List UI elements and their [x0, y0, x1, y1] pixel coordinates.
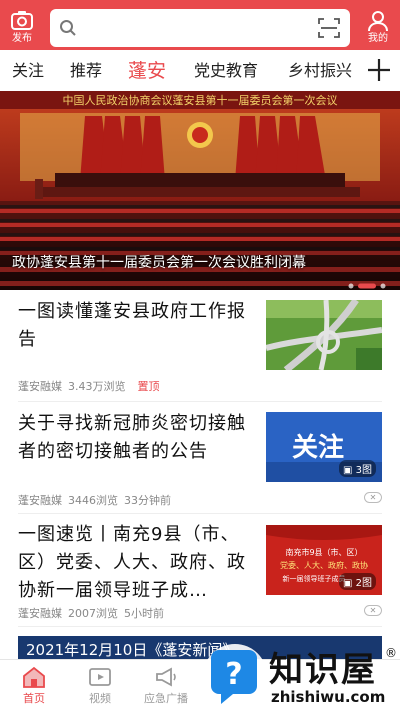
- thumb-text: 关注: [292, 432, 344, 463]
- svg-text:党委、人大、政府、政协: 党委、人大、政府、政协: [280, 560, 368, 570]
- news-views: 2007浏览: [68, 607, 118, 620]
- news-title[interactable]: 一图读懂蓬安县政府工作报告: [18, 298, 250, 354]
- mine-button[interactable]: 我的: [356, 0, 400, 50]
- tab-pengan[interactable]: 蓬安: [128, 50, 166, 92]
- watermark-title: 知识屋: [269, 650, 377, 690]
- tab-xiangcun[interactable]: 乡村振兴: [288, 50, 352, 92]
- search-bar[interactable]: [50, 9, 350, 47]
- news-thumbnail: 关注 ▣ 3图: [266, 412, 382, 482]
- news-meta: 蓬安融媒 3446浏览 33分钟前: [18, 492, 177, 508]
- image-count-badge: ▣ 2图: [338, 573, 376, 590]
- news-time: 5小时前: [124, 607, 164, 620]
- top-header: 发布 我的: [0, 0, 400, 50]
- news-views: 3.43万浏览: [68, 380, 126, 393]
- image-count-badge: ▣ 3图: [338, 460, 376, 477]
- search-icon: [60, 20, 76, 36]
- tab-dangshi[interactable]: 党史教育: [194, 50, 258, 92]
- news-thumbnail: [266, 300, 382, 370]
- news-item[interactable]: 一图读懂蓬安县政府工作报告 蓬安融媒 3.43万浏览 置顶: [18, 298, 382, 402]
- nav-video-label: 视频: [89, 692, 111, 705]
- carousel-indicator: [348, 274, 388, 290]
- search-input[interactable]: [86, 15, 306, 41]
- nav-broadcast[interactable]: 应急广播: [136, 660, 196, 711]
- watermark-reg: ®: [385, 646, 397, 660]
- publish-button[interactable]: 发布: [0, 0, 44, 50]
- megaphone-icon: [156, 667, 176, 687]
- news-thumbnail: 南充市9县（市、区） 党委、人大、政府、政协 新一届领导班子成员 ▣ 2图: [266, 525, 382, 595]
- news-meta: 蓬安融媒 3.43万浏览 置顶: [18, 378, 166, 394]
- news-source: 蓬安融媒: [18, 607, 62, 620]
- nav-home[interactable]: 首页: [4, 660, 64, 711]
- nav-broadcast-label: 应急广播: [144, 692, 188, 705]
- mine-label: 我的: [368, 33, 388, 44]
- tab-guanzhu[interactable]: 关注: [12, 50, 44, 92]
- pinned-badge: 置顶: [137, 380, 160, 393]
- watermark-logo: ?: [203, 644, 267, 708]
- channel-tabs: 关注 推荐 蓬安 党史教育 乡村振兴: [0, 50, 400, 92]
- svg-text:南充市9县（市、区）: 南充市9县（市、区）: [285, 547, 362, 557]
- svg-text:?: ?: [225, 657, 242, 692]
- dismiss-icon[interactable]: ✕: [364, 605, 382, 616]
- news-title[interactable]: 关于寻找新冠肺炎密切接触者的密切接触者的公告: [18, 410, 250, 466]
- news-meta: 蓬安融媒 2007浏览 5小时前: [18, 605, 170, 621]
- publish-label: 发布: [12, 33, 32, 44]
- news-source: 蓬安融媒: [18, 380, 62, 393]
- tab-tuijian[interactable]: 推荐: [70, 50, 102, 92]
- video-icon: [89, 668, 111, 686]
- banner-caption: 政协蓬安县第十一届委员会第一次会议胜利闭幕: [12, 255, 306, 271]
- banner-carousel[interactable]: 中国人民政治协商会议蓬安县第十一届委员会第一次会议 政协蓬安县第十一届委员会第一…: [0, 91, 400, 290]
- news-item[interactable]: 一图速览丨南充9县（市、区）党委、人大、政府、政协新一届领导班子成… 南充市9县…: [18, 521, 382, 627]
- nav-home-label: 首页: [23, 692, 45, 705]
- home-icon: [23, 666, 45, 688]
- dismiss-icon[interactable]: ✕: [364, 492, 382, 503]
- nav-video[interactable]: 视频: [70, 660, 130, 711]
- news-source: 蓬安融媒: [18, 494, 62, 507]
- news-item[interactable]: 关于寻找新冠肺炎密切接触者的密切接触者的公告 关注 ▣ 3图 蓬安融媒 3446浏…: [18, 410, 382, 514]
- add-channel-icon[interactable]: [366, 57, 392, 83]
- news-views: 3446浏览: [68, 494, 118, 507]
- camera-icon: [11, 11, 33, 30]
- news-title[interactable]: 一图速览丨南充9县（市、区）党委、人大、政府、政协新一届领导班子成…: [18, 521, 250, 605]
- scan-icon[interactable]: [318, 17, 340, 39]
- watermark-url: zhishiwu.com: [271, 688, 386, 706]
- svg-text:新一届领导班子成员: 新一届领导班子成员: [283, 574, 346, 583]
- banner-slogan: 中国人民政治协商会议蓬安县第十一届委员会第一次会议: [63, 93, 338, 107]
- news-time: 33分钟前: [124, 494, 171, 507]
- user-icon: [368, 11, 388, 32]
- watermark: ? 知识屋 zhishiwu.com ®: [199, 640, 400, 711]
